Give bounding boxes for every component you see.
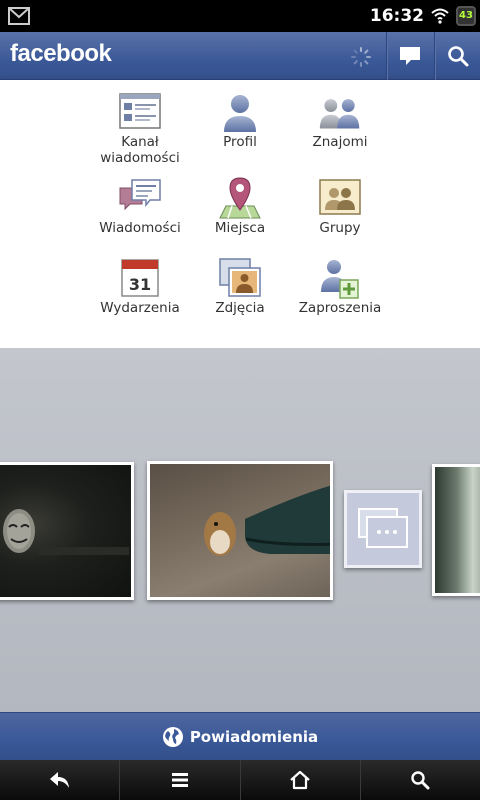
friends-icon xyxy=(319,99,360,129)
photo-thumbnail[interactable] xyxy=(432,464,480,596)
app-logo: facebook xyxy=(10,40,112,67)
notifications-button[interactable]: Powiadomienia xyxy=(0,712,480,760)
menu-item-requests[interactable]: Zaproszenia xyxy=(280,256,400,336)
places-icon xyxy=(219,177,261,219)
profile-icon xyxy=(224,95,256,132)
hamster-boot-photo xyxy=(204,485,330,556)
photo-stack-icon xyxy=(358,508,408,548)
photos-icon xyxy=(219,258,261,297)
home-button[interactable] xyxy=(241,760,361,800)
photo-carousel[interactable] xyxy=(0,348,480,712)
gmail-icon xyxy=(8,7,30,25)
calendar-day: 31 xyxy=(129,275,151,294)
battery-icon: 43 xyxy=(456,6,476,26)
system-navigation-bar xyxy=(0,760,480,800)
loading-spinner-icon xyxy=(351,47,371,67)
groups-icon xyxy=(319,179,361,215)
menu-item-label: Grupy xyxy=(319,220,361,236)
globe-icon xyxy=(162,726,183,747)
requests-icon xyxy=(321,260,359,299)
chat-bubble-icon xyxy=(399,47,420,65)
menu-item-label: Zaproszenia xyxy=(298,300,382,316)
photo-thumbnail[interactable] xyxy=(147,461,333,600)
menu-item-friends[interactable]: Znajomi xyxy=(280,90,400,170)
app-header: facebook xyxy=(0,32,480,80)
wifi-icon xyxy=(431,8,449,24)
search-icon xyxy=(447,46,468,67)
notifications-label: Powiadomienia xyxy=(189,727,319,746)
masked-figure-photo xyxy=(3,509,129,555)
status-bar: 16:32 43 xyxy=(0,0,480,32)
events-icon: 31 xyxy=(121,259,159,297)
clock: 16:32 xyxy=(369,6,424,26)
search-icon xyxy=(411,771,430,790)
battery-level: 43 xyxy=(459,10,473,21)
main-menu: Kanał wiadomości Profil Znajomi Wiadomoś… xyxy=(0,80,480,348)
more-photos-button[interactable] xyxy=(344,490,422,568)
menu-icon xyxy=(171,773,188,787)
system-search-button[interactable] xyxy=(361,760,480,800)
search-button[interactable] xyxy=(434,32,480,80)
photo-thumbnail[interactable] xyxy=(0,462,134,600)
home-icon xyxy=(290,770,310,790)
messages-button[interactable] xyxy=(386,32,432,80)
messages-icon xyxy=(119,179,161,211)
menu-button[interactable] xyxy=(120,760,241,800)
back-button[interactable] xyxy=(0,760,121,800)
menu-item-label: Znajomi xyxy=(312,134,368,150)
menu-item-groups[interactable]: Grupy xyxy=(280,176,400,256)
back-arrow-icon xyxy=(49,772,69,788)
news-feed-icon xyxy=(119,93,161,129)
